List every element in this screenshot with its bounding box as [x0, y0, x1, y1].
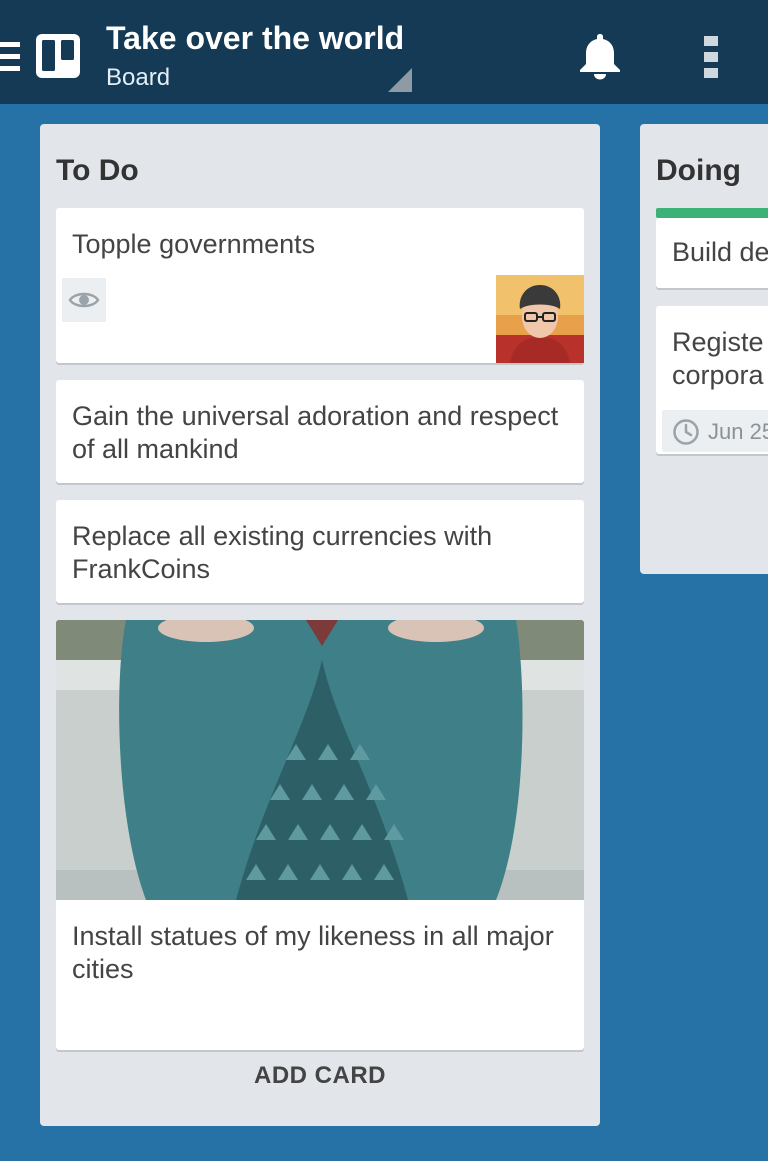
member-avatar[interactable]: [496, 275, 584, 363]
card-title: Build de: [672, 237, 768, 267]
card-build[interactable]: Build de: [656, 218, 768, 288]
bell-icon[interactable]: [578, 32, 622, 80]
hamburger-icon[interactable]: [0, 42, 20, 72]
card-title: Topple governments: [72, 229, 316, 259]
watch-badge: [62, 278, 106, 322]
card-cover-image: [56, 620, 584, 900]
list-todo: To Do Topple governments Gain the univer…: [40, 124, 600, 1126]
card-title: Gain the universal adoration and respect…: [72, 401, 559, 464]
board-title[interactable]: Take over the world: [106, 20, 404, 57]
clock-icon: [673, 419, 699, 445]
card-topple-governments[interactable]: Topple governments: [56, 208, 584, 363]
card-install-statues[interactable]: Install statues of my likeness in all ma…: [56, 620, 584, 1050]
eye-icon: [68, 292, 100, 308]
list-title[interactable]: To Do: [56, 154, 139, 188]
list-doing: Doing Build de Registe corpora Jun 25: [640, 124, 768, 574]
dropdown-triangle-icon[interactable]: [388, 68, 412, 92]
add-card-button[interactable]: ADD CARD: [40, 1048, 600, 1104]
card-register[interactable]: Registe corpora Jun 25: [656, 306, 768, 454]
trello-board-icon: [36, 34, 80, 78]
app-bar: Take over the world Board: [0, 0, 768, 104]
card-replace-currencies[interactable]: Replace all existing currencies with Fra…: [56, 500, 584, 603]
due-date-badge: Jun 25: [662, 410, 768, 452]
card-gain-adoration[interactable]: Gain the universal adoration and respect…: [56, 380, 584, 483]
card-title: Install statues of my likeness in all ma…: [72, 921, 554, 984]
due-date: Jun 25: [708, 419, 768, 444]
card-title: Replace all existing currencies with Fra…: [72, 521, 493, 584]
list-title[interactable]: Doing: [656, 154, 741, 188]
card-title: Registe corpora: [672, 327, 764, 390]
board-subtitle: Board: [106, 64, 171, 91]
label-green: [656, 208, 768, 218]
overflow-menu-icon[interactable]: [704, 36, 718, 78]
